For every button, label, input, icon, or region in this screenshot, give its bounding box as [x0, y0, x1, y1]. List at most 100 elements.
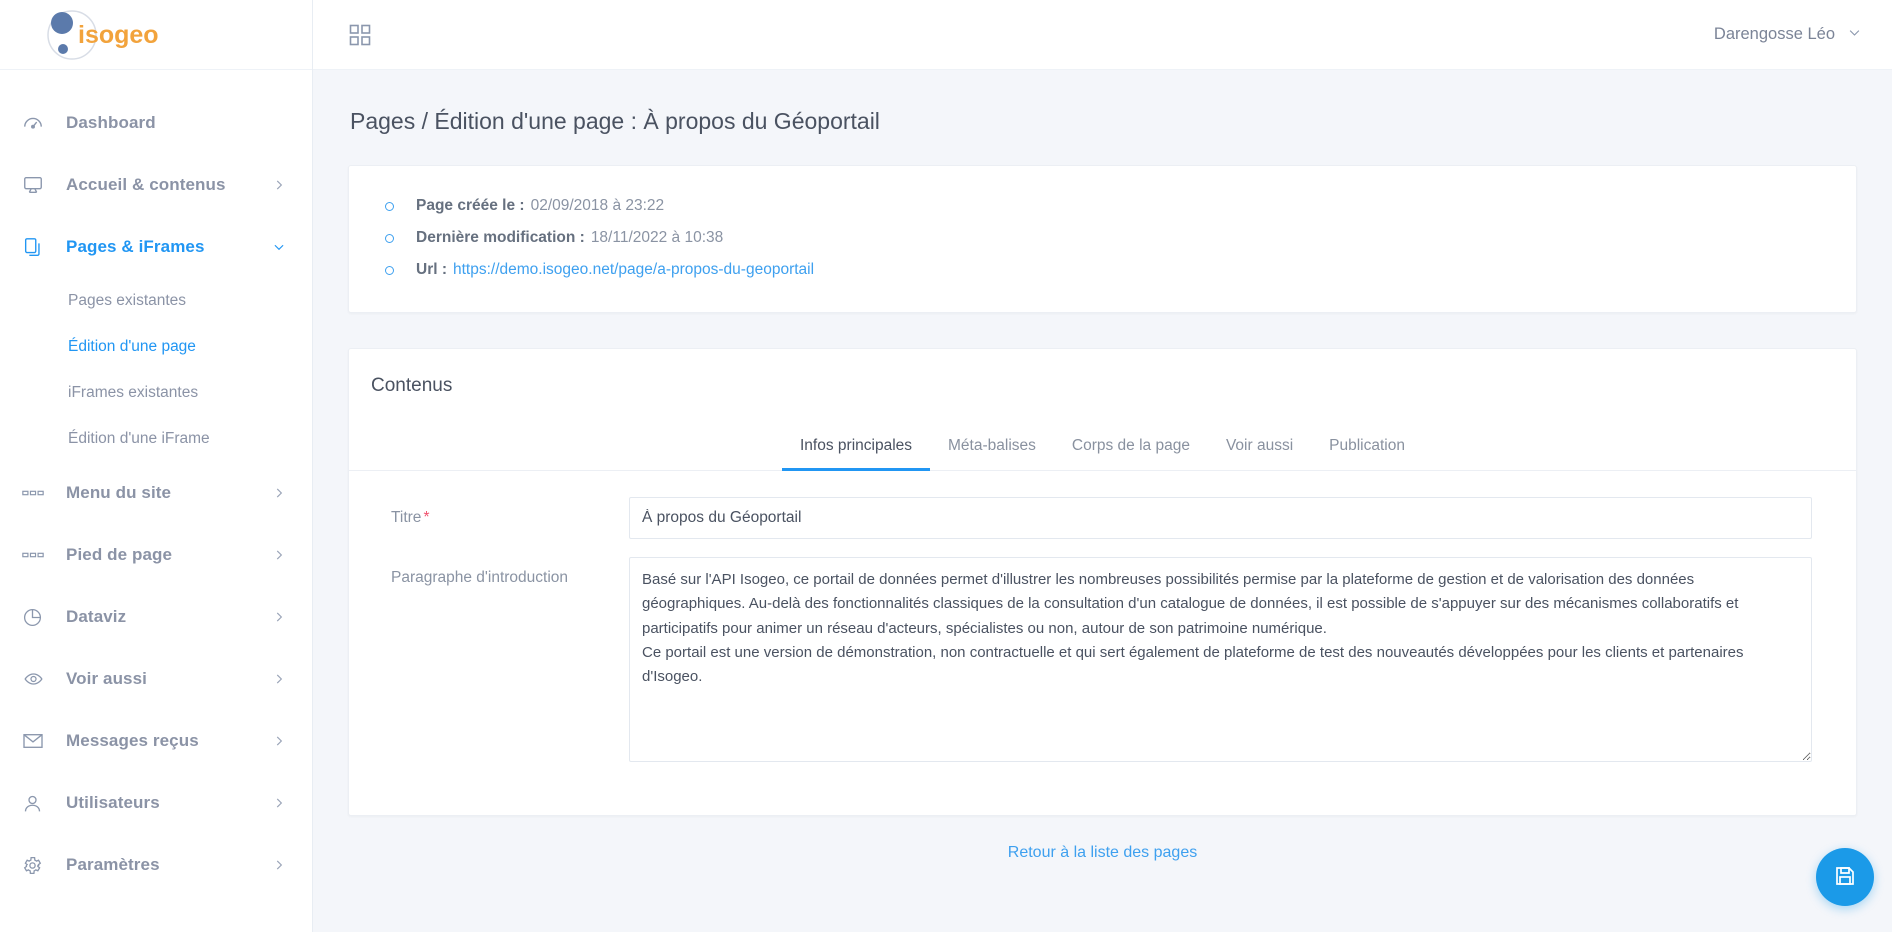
sidebar-item-dashboard[interactable]: Dashboard [0, 92, 312, 154]
tab-infos-principales[interactable]: Infos principales [782, 423, 931, 471]
page-content: Pages / Édition d'une page : À propos du… [313, 70, 1892, 932]
sidebar-item-label: Accueil & contenus [66, 175, 226, 194]
form-row-titre: Titre * [373, 497, 1832, 539]
contenus-tabs: Infos principales Méta-balises Corps de … [349, 423, 1856, 471]
info-row-modified: Dernière modification : 18/11/2022 à 10:… [349, 222, 1856, 254]
contenus-heading: Contenus [371, 375, 453, 396]
titre-label: Titre * [373, 497, 629, 527]
sidebar-subitem-edition-iframe[interactable]: Édition d'une iFrame [0, 416, 312, 462]
sidebar: isogeo Dashboard Accueil & contenus Page… [0, 0, 313, 932]
tab-label: Corps de la page [1071, 437, 1190, 454]
tab-voir-aussi[interactable]: Voir aussi [1208, 423, 1311, 471]
isogeo-logo-svg: isogeo [47, 9, 159, 60]
chevron-right-icon [272, 178, 286, 192]
sidebar-item-menu-du-site[interactable]: Menu du site [0, 462, 312, 524]
pie-chart-icon [22, 607, 66, 628]
brand-logo[interactable]: isogeo [0, 0, 312, 70]
contenus-card: Contenus Infos principales Méta-balises … [348, 348, 1857, 816]
info-row-url: Url : https://demo.isogeo.net/page/a-pro… [349, 254, 1856, 286]
back-link-wrap: Retour à la liste des pages [348, 816, 1857, 872]
user-name-label: Darengosse Léo [1713, 25, 1835, 43]
gear-icon [22, 855, 66, 876]
user-menu[interactable]: Darengosse Léo [1714, 25, 1862, 45]
tab-label: Voir aussi [1225, 437, 1294, 454]
sidebar-item-dataviz[interactable]: Dataviz [0, 586, 312, 648]
svg-text:isogeo: isogeo [78, 21, 159, 49]
grid-apps-icon[interactable] [349, 24, 371, 46]
page-info-list: Page créée le : 02/09/2018 à 23:22 Derni… [349, 190, 1856, 286]
introduction-textarea[interactable] [629, 557, 1812, 762]
isogeo-logo: isogeo [34, 9, 214, 61]
tab-label: Infos principales [800, 437, 913, 454]
info-key: Dernière modification : [416, 229, 585, 246]
envelope-icon [22, 732, 66, 750]
sidebar-item-pages-iframes[interactable]: Pages & iFrames [0, 216, 312, 278]
circle-bullet-icon [385, 233, 394, 243]
monitor-icon [22, 174, 66, 196]
sidebar-subitem-pages-existantes[interactable]: Pages existantes [0, 278, 312, 324]
dashboard-gauge-icon [22, 112, 66, 134]
save-floppy-icon [1833, 864, 1857, 891]
sidebar-item-label: Utilisateurs [66, 793, 160, 812]
sidebar-item-parametres[interactable]: Paramètres [0, 834, 312, 896]
sidebar-nav: Dashboard Accueil & contenus Pages & iFr… [0, 70, 312, 896]
required-asterisk: * [423, 509, 430, 526]
chevron-down-icon [1847, 25, 1862, 45]
sidebar-subitem-label: Édition d'une iFrame [68, 430, 210, 447]
titre-field-wrap [629, 497, 1832, 539]
info-value: 02/09/2018 à 23:22 [530, 197, 665, 214]
sidebar-subitem-label: Pages existantes [68, 292, 187, 309]
tab-corps-de-la-page[interactable]: Corps de la page [1054, 423, 1208, 471]
tab-publication[interactable]: Publication [1311, 423, 1423, 471]
sidebar-item-messages-recus[interactable]: Messages reçus [0, 710, 312, 772]
app-root: isogeo Dashboard Accueil & contenus Page… [0, 0, 1892, 932]
tab-meta-balises[interactable]: Méta-balises [930, 423, 1054, 471]
back-to-pages-link[interactable]: Retour à la liste des pages [1008, 844, 1197, 861]
sidebar-item-voir-aussi[interactable]: Voir aussi [0, 648, 312, 710]
sidebar-subitem-label: Édition d'une page [68, 338, 196, 355]
page-url-link[interactable]: https://demo.isogeo.net/page/a-propos-du… [453, 261, 814, 279]
form-row-introduction: Paragraphe d'introduction [373, 557, 1832, 767]
page-title: Pages / Édition d'une page : À propos du… [350, 108, 880, 134]
sidebar-item-label: Pages & iFrames [66, 237, 205, 256]
chevron-right-icon [272, 610, 286, 624]
info-key: Url : [416, 261, 447, 278]
chevron-right-icon [272, 858, 286, 872]
sidebar-item-pied-de-page[interactable]: Pied de page [0, 524, 312, 586]
circle-bullet-icon [385, 265, 394, 275]
circle-bullet-icon [385, 201, 394, 211]
sidebar-item-utilisateurs[interactable]: Utilisateurs [0, 772, 312, 834]
chevron-right-icon [272, 548, 286, 562]
pages-copy-icon [22, 236, 66, 258]
main-area: Darengosse Léo Pages / Édition d'une pag… [313, 0, 1892, 932]
contenus-card-header: Contenus [349, 349, 1856, 397]
infos-principales-form: Titre* Paragraphe d'introduction [349, 471, 1856, 815]
sidebar-item-label: Paramètres [66, 855, 160, 874]
tab-label: Publication [1329, 437, 1405, 454]
user-icon [22, 793, 66, 814]
sidebar-item-label: Dataviz [66, 607, 127, 626]
chevron-right-icon [272, 486, 286, 500]
introduction-label: Paragraphe d'introduction [391, 569, 569, 586]
info-row-created: Page créée le : 02/09/2018 à 23:22 [349, 190, 1856, 222]
eye-icon [22, 669, 66, 689]
sidebar-item-label: Menu du site [66, 483, 172, 502]
tab-label: Méta-balises [948, 437, 1036, 454]
introduction-field-wrap [629, 557, 1832, 767]
chevron-right-icon [272, 734, 286, 748]
page-info-card: Page créée le : 02/09/2018 à 23:22 Derni… [348, 165, 1857, 313]
chevron-right-icon [272, 796, 286, 810]
info-key: Page créée le : [416, 197, 525, 214]
sidebar-subitem-edition-page[interactable]: Édition d'une page [0, 324, 312, 370]
topbar: Darengosse Léo [313, 0, 1892, 70]
save-button[interactable] [1816, 848, 1874, 906]
sidebar-subitem-iframes-existantes[interactable]: iFrames existantes [0, 370, 312, 416]
sidebar-item-label: Voir aussi [66, 669, 147, 688]
sidebar-item-accueil-contenus[interactable]: Accueil & contenus [0, 154, 312, 216]
chevron-down-icon [272, 240, 286, 254]
titre-input[interactable] [629, 497, 1812, 539]
sidebar-item-label: Messages reçus [66, 731, 199, 750]
chevron-right-icon [272, 672, 286, 686]
sidebar-subnav-pages: Pages existantes Édition d'une page iFra… [0, 278, 312, 462]
titre-label-text: Titre [391, 509, 422, 526]
